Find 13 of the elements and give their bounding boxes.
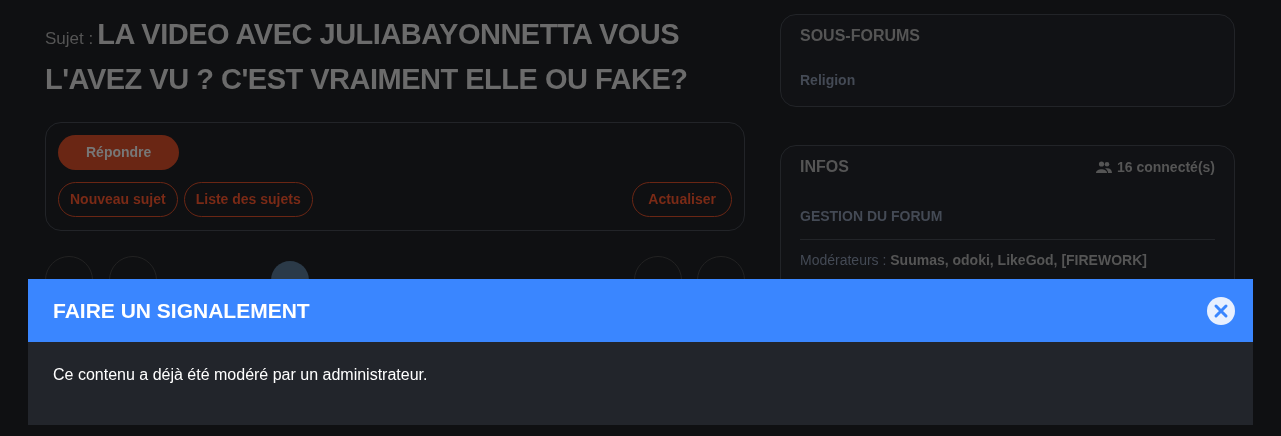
reply-button[interactable]: Répondre — [58, 135, 180, 170]
modal-title: FAIRE UN SIGNALEMENT — [53, 297, 310, 324]
card-title: INFOS — [800, 157, 849, 177]
users-icon — [1095, 161, 1112, 173]
connected-count: 16 connecté(s) — [1116, 157, 1215, 177]
close-icon[interactable] — [1206, 295, 1236, 326]
card-title: SOUS-FORUMS — [800, 26, 921, 46]
topic-heading: Sujet :LA VIDEO AVEC JULIABAYONNETTA VOUS L'AVEZ VU ? C'EST VRAIMENT ELLE OU FAKE? — [45, 17, 689, 94]
moderators-label: Modérateurs : — [800, 252, 887, 268]
subforum-link[interactable]: Religion — [800, 70, 1215, 91]
modal-message: Ce contenu a déjà été modéré par un administrateur. — [53, 365, 429, 385]
section-heading: GESTION DU FORUM — [800, 206, 1215, 240]
moderators-list: Suumas, odoki, LikeGod, [FIREWORK] — [890, 252, 1147, 268]
